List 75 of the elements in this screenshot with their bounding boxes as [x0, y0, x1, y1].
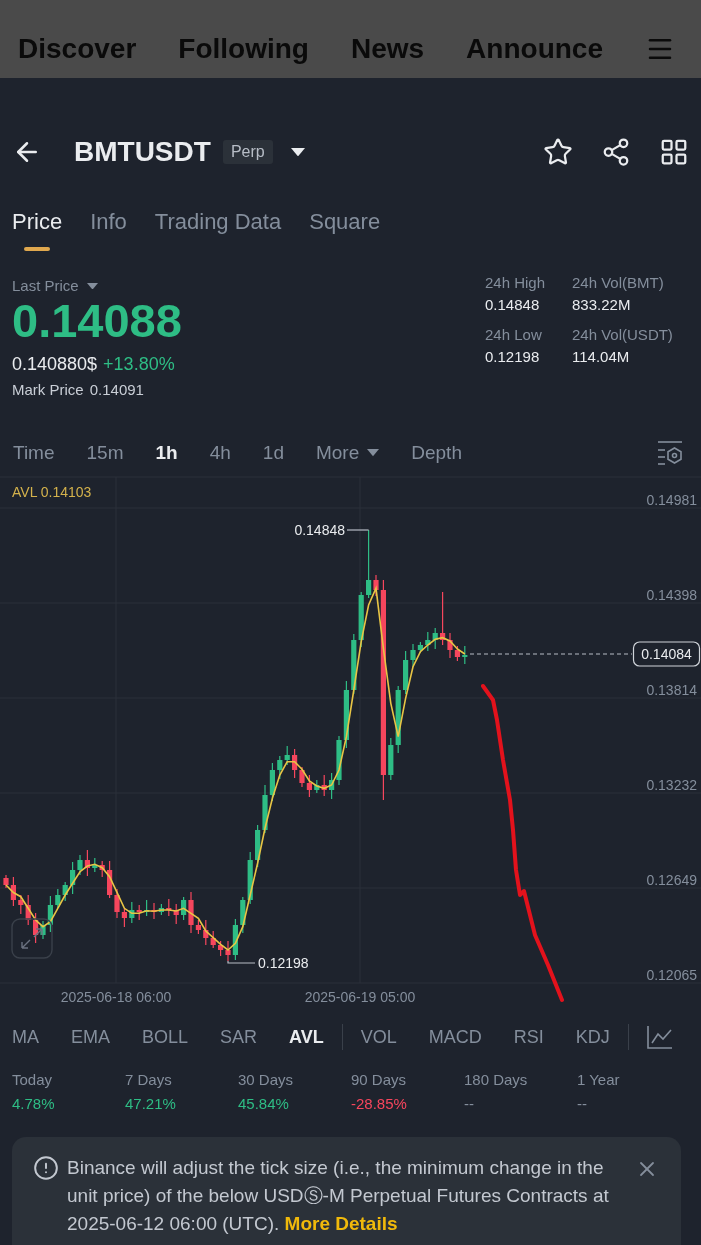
high-price-label: 0.14848	[294, 522, 345, 538]
return-value: --	[464, 1095, 475, 1113]
caret-down-icon	[86, 282, 98, 290]
interval-tab[interactable]: Depth	[411, 442, 462, 464]
expand-icon[interactable]	[11, 918, 53, 959]
period-label: 1 Year	[577, 1071, 621, 1089]
price-axis-label: 0.13232	[646, 777, 697, 793]
stat-value: 0.12198	[485, 348, 541, 366]
indicator-tab[interactable]: MACD	[428, 1026, 482, 1048]
grid-icon[interactable]	[659, 137, 689, 167]
price-change: +13.80%	[103, 353, 175, 375]
contract-badge: Perp	[222, 140, 273, 164]
more-details-link[interactable]: More Details	[284, 1213, 398, 1234]
tab[interactable]: Square	[309, 184, 381, 251]
period-label: 30 Days	[238, 1071, 295, 1089]
return-value: --	[577, 1095, 588, 1113]
symbol-title: BMTUSDT	[74, 136, 211, 168]
usd-price: 0.140880$	[12, 353, 98, 375]
low-price-label: 0.12198	[258, 955, 309, 971]
return-value: -28.85%	[351, 1095, 408, 1113]
stat-label: 24h Vol(USDT)	[572, 326, 674, 344]
indicator-tab[interactable]: RSI	[513, 1026, 544, 1048]
notice-text: Binance will adjust the tick size (i.e., the minimum change in the unit price) of the below USDⓈ-M Perpetual Futures Contracts at 2025-06-12 06:00 (UTC). More Details	[67, 1156, 610, 1236]
mark-price: 0.14091	[89, 381, 144, 399]
stat-label: 24h High	[485, 274, 547, 292]
indicator-tab[interactable]: SAR	[220, 1026, 258, 1048]
last-price-label: Last Price	[12, 277, 79, 295]
stat-value: 114.04M	[572, 348, 631, 366]
caret-down-icon	[367, 449, 380, 457]
interval-tab[interactable]: More	[315, 442, 380, 464]
info-icon	[33, 1155, 59, 1181]
return-value: 4.78%	[12, 1095, 56, 1113]
stat-label: 24h Vol(BMT)	[572, 274, 665, 292]
return-value: 45.84%	[238, 1095, 290, 1113]
tab[interactable]: Trading Data	[154, 184, 282, 251]
return-value: 47.21%	[125, 1095, 177, 1113]
chart-settings-icon[interactable]	[657, 440, 683, 466]
interval-tab[interactable]: 4h	[209, 442, 231, 464]
price-axis-label: 0.14981	[646, 492, 697, 508]
indicator-tab[interactable]: AVL	[289, 1026, 324, 1048]
price-axis-label: 0.13814	[646, 682, 697, 698]
star-icon[interactable]	[543, 137, 573, 167]
interval-tab[interactable]: Time	[13, 442, 55, 464]
share-icon[interactable]	[601, 137, 631, 167]
leader-line	[227, 960, 256, 964]
current-price-tag: 0.14084	[632, 641, 701, 667]
time-axis-label: 2025-06-19 05:00	[304, 989, 416, 1005]
indicator-tab[interactable]: EMA	[71, 1026, 110, 1048]
stat-value: 833.22M	[572, 296, 632, 314]
interval-tab[interactable]: 1h	[155, 442, 178, 464]
tab[interactable]: Price	[12, 184, 63, 251]
symbol-dropdown-caret-icon	[290, 147, 305, 157]
indicator-tab[interactable]: BOLL	[142, 1026, 189, 1048]
line-chart-icon[interactable]	[646, 1025, 673, 1049]
stat-value: 0.14848	[485, 296, 541, 314]
period-label: 180 Days	[464, 1071, 529, 1089]
tab[interactable]: Info	[90, 184, 127, 251]
time-axis-label: 2025-06-18 06:00	[60, 989, 172, 1005]
price-axis-label: 0.12649	[646, 872, 697, 888]
last-price: 0.14088	[12, 295, 182, 347]
interval-tab[interactable]: 15m	[86, 442, 124, 464]
interval-tab[interactable]: 1d	[262, 442, 284, 464]
stat-label: 24h Low	[485, 326, 543, 344]
indicator-tab[interactable]: MA	[12, 1026, 39, 1048]
mark-price-label: Mark Price	[12, 381, 84, 399]
indicator-value: AVL 0.14103	[12, 484, 92, 500]
candlestick	[462, 645, 468, 665]
price-axis-label: 0.14398	[646, 587, 697, 603]
price-axis-label: 0.12065	[646, 967, 697, 983]
leader-line	[346, 529, 370, 531]
period-label: 90 Days	[351, 1071, 408, 1089]
period-label: 7 Days	[125, 1071, 173, 1089]
indicator-tab[interactable]: VOL	[360, 1026, 397, 1048]
indicator-tab[interactable]: KDJ	[575, 1026, 610, 1048]
period-label: Today	[12, 1071, 54, 1089]
